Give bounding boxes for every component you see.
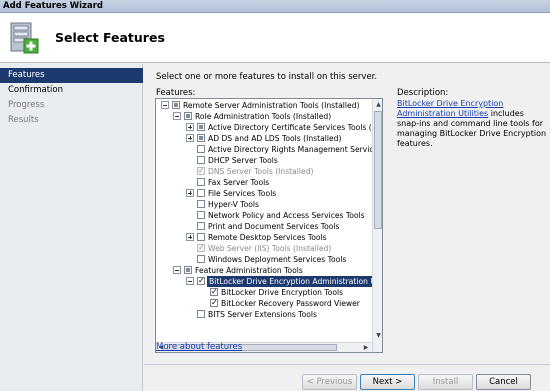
scroll-down-icon[interactable]: ▼ <box>373 330 382 341</box>
tree-item-label: Feature Administration Tools <box>195 266 303 275</box>
tree-checkbox[interactable] <box>197 189 205 197</box>
tree-checkbox[interactable] <box>197 156 205 164</box>
tree-item-label: Role Administration Tools (Installed) <box>195 112 332 121</box>
page-title: Select Features <box>55 30 165 45</box>
description-label: Description: <box>397 88 449 98</box>
tree-checkbox[interactable] <box>197 275 205 286</box>
cancel-button[interactable]: Cancel <box>476 374 531 390</box>
description-text: BitLocker Drive Encryption Administratio… <box>397 99 547 149</box>
tree-checkbox[interactable] <box>197 310 205 318</box>
tree-checkbox[interactable] <box>172 101 180 109</box>
tree-checkbox[interactable] <box>197 178 205 186</box>
main-content: Select one or more features to install o… <box>144 64 550 371</box>
tree-item-label: File Services Tools <box>208 189 277 198</box>
tree-item-label: AD DS and AD LDS Tools (Installed) <box>208 134 342 143</box>
tree-item-label: Remote Desktop Services Tools <box>208 233 327 242</box>
features-label: Features: <box>156 88 196 98</box>
tree-checkbox[interactable] <box>184 266 192 274</box>
tree-item-label: BitLocker Drive Encryption Tools <box>221 288 344 297</box>
tree-item-label: Web Server (IIS) Tools (Installed) <box>208 244 332 253</box>
tree-checkbox[interactable] <box>197 222 205 230</box>
wizard-step-nav: Features Confirmation Progress Results <box>0 64 143 391</box>
nav-item-results: Results <box>8 115 39 125</box>
tree-checkbox[interactable] <box>197 123 205 131</box>
window-title: Add Features Wizard <box>3 1 104 11</box>
tree-item-label: BITS Server Extensions Tools <box>208 310 317 319</box>
expand-icon[interactable] <box>186 189 194 197</box>
expand-icon[interactable] <box>186 123 194 131</box>
tree-item-label: Active Directory Rights Management Servi… <box>208 145 383 154</box>
tree-item-label: BitLocker Drive Encryption Administratio… <box>207 276 382 287</box>
wizard-header: Select Features <box>0 13 550 63</box>
next-button[interactable]: Next > <box>360 374 415 390</box>
collapse-icon[interactable] <box>186 277 194 285</box>
add-features-icon <box>10 22 39 54</box>
tree-item-label: BitLocker Recovery Password Viewer <box>221 299 360 308</box>
tree-checkbox[interactable] <box>197 145 205 153</box>
collapse-icon[interactable] <box>173 266 181 274</box>
tree-item-label: Fax Server Tools <box>208 178 270 187</box>
tree-item-label: Active Directory Certificate Services To… <box>208 123 383 132</box>
tree-checkbox[interactable] <box>197 200 205 208</box>
nav-item-features[interactable]: Features <box>0 68 143 83</box>
tree-vertical-scrollbar[interactable]: ▲ ▼ <box>372 99 382 352</box>
tree-item-label: Hyper-V Tools <box>208 200 259 209</box>
collapse-icon[interactable] <box>173 112 181 120</box>
tree-checkbox <box>197 242 205 253</box>
nav-item-progress: Progress <box>8 100 45 110</box>
expand-icon[interactable] <box>186 134 194 142</box>
tree-item-label: DNS Server Tools (Installed) <box>208 167 314 176</box>
previous-button[interactable]: < Previous <box>302 374 357 390</box>
features-tree: Remote Server Administration Tools (Inst… <box>155 98 383 353</box>
tree-checkbox[interactable] <box>197 233 205 241</box>
expand-icon[interactable] <box>186 233 194 241</box>
tree-item-label: Windows Deployment Services Tools <box>208 255 347 264</box>
tree-checkbox[interactable] <box>197 211 205 219</box>
scroll-up-icon[interactable]: ▲ <box>373 99 382 110</box>
scroll-thumb[interactable] <box>374 111 382 229</box>
install-button[interactable]: Install <box>418 374 473 390</box>
tree-item-label: DHCP Server Tools <box>208 156 278 165</box>
tree-checkbox[interactable] <box>197 134 205 142</box>
title-bar: Add Features Wizard <box>0 0 550 13</box>
tree-checkbox <box>197 165 205 176</box>
more-about-features-link[interactable]: More about features <box>156 342 242 352</box>
tree-item-label: Network Policy and Access Services Tools <box>208 211 365 220</box>
tree-checkbox[interactable] <box>210 286 218 297</box>
tree-item-label: Print and Document Services Tools <box>208 222 340 231</box>
wizard-footer: < Previous Next > Install Cancel <box>144 364 550 391</box>
tree-checkbox[interactable] <box>210 297 218 308</box>
tree-checkbox[interactable] <box>184 112 192 120</box>
tree-checkbox[interactable] <box>197 255 205 263</box>
scroll-right-icon[interactable]: ▶ <box>361 343 371 352</box>
intro-text: Select one or more features to install o… <box>156 72 378 82</box>
collapse-icon[interactable] <box>161 101 169 109</box>
nav-item-confirmation[interactable]: Confirmation <box>0 83 143 98</box>
tree-item-label: Remote Server Administration Tools (Inst… <box>183 101 360 110</box>
